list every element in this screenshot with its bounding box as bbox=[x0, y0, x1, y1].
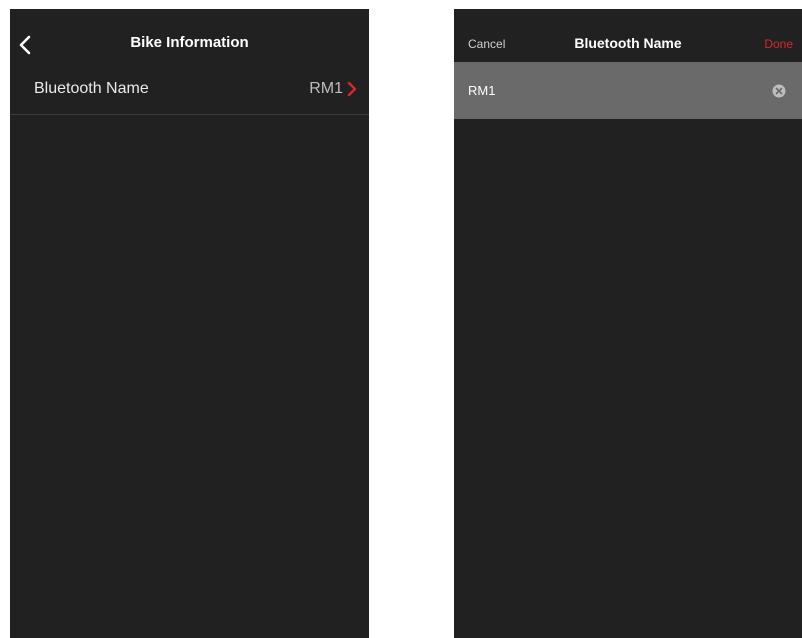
bike-information-screen: Bike Information Bluetooth Name RM1 bbox=[10, 9, 369, 638]
bluetooth-name-row[interactable]: Bluetooth Name RM1 bbox=[10, 79, 369, 115]
page-title: Bluetooth Name bbox=[574, 35, 682, 51]
row-label: Bluetooth Name bbox=[34, 80, 149, 97]
bluetooth-name-input[interactable] bbox=[468, 83, 728, 98]
chevron-right-icon bbox=[347, 82, 357, 96]
navigation-bar: Bike Information bbox=[10, 9, 369, 79]
bluetooth-name-edit-screen: Cancel Bluetooth Name Done bbox=[454, 9, 802, 638]
clear-circle-icon bbox=[772, 84, 786, 98]
bluetooth-name-input-bar bbox=[454, 62, 802, 119]
clear-input-button[interactable] bbox=[772, 84, 786, 98]
row-value: RM1 bbox=[309, 80, 343, 97]
row-divider bbox=[10, 114, 369, 115]
done-button[interactable]: Done bbox=[764, 37, 793, 51]
page-title: Bike Information bbox=[130, 34, 249, 51]
